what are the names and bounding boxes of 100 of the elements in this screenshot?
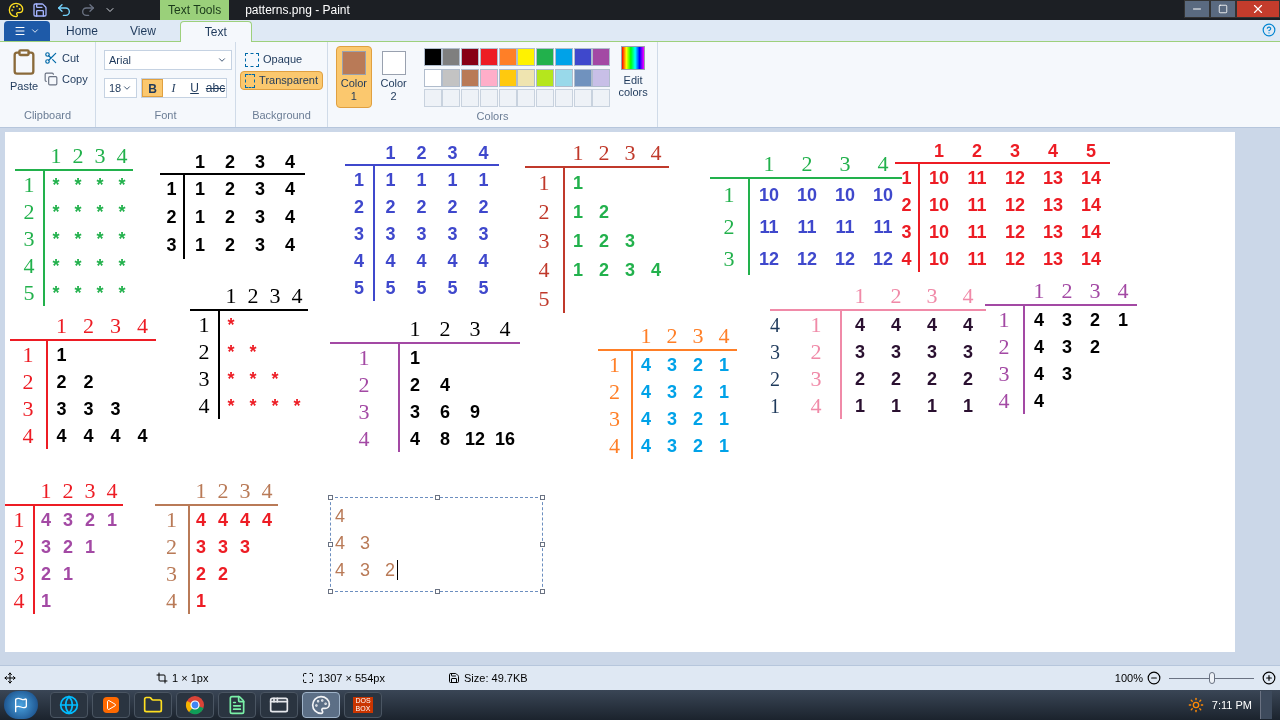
- zoom-slider-thumb[interactable]: [1208, 672, 1215, 684]
- column-label: 3: [446, 144, 459, 164]
- palette-swatch[interactable]: [536, 68, 555, 87]
- save-icon[interactable]: [32, 2, 48, 18]
- taskbar-button[interactable]: [260, 692, 298, 718]
- palette-swatch[interactable]: [423, 48, 442, 66]
- text-box[interactable]: 4 4 3 4 3 2: [330, 497, 543, 592]
- zoom-in-icon[interactable]: [1262, 671, 1276, 685]
- taskbar-button[interactable]: [134, 692, 172, 718]
- palette-swatch[interactable]: [573, 68, 592, 87]
- taskbar-button[interactable]: [176, 692, 214, 718]
- app-menu-button[interactable]: [4, 21, 50, 41]
- start-button[interactable]: [4, 691, 38, 719]
- clock[interactable]: 7:11 PM: [1211, 696, 1252, 714]
- font-style-button[interactable]: I: [163, 79, 184, 97]
- font-family-dropdown[interactable]: Arial: [104, 50, 232, 70]
- resize-handle[interactable]: [328, 495, 333, 500]
- redo-icon[interactable]: [80, 2, 96, 18]
- pattern-value: 5: [384, 278, 397, 297]
- taskbar-button[interactable]: [92, 692, 130, 718]
- resize-handle[interactable]: [435, 495, 440, 500]
- font-size-dropdown[interactable]: 18: [104, 78, 137, 98]
- pattern-value: 5: [446, 278, 459, 297]
- pattern-value: 4: [1033, 337, 1045, 356]
- palette-swatch[interactable]: [592, 68, 611, 87]
- palette-swatch[interactable]: [498, 48, 517, 66]
- column-label: 3: [838, 153, 852, 177]
- maximize-button[interactable]: [1210, 0, 1236, 18]
- pattern-value: 4: [284, 236, 296, 254]
- row-label: 4: [770, 312, 781, 338]
- palette-swatch[interactable]: [517, 48, 536, 66]
- taskbar-button[interactable]: [50, 692, 88, 718]
- column-label: 3: [109, 315, 122, 339]
- cut-button[interactable]: Cut: [44, 50, 88, 67]
- palette-swatch[interactable]: [442, 48, 461, 66]
- column-label: 1: [762, 153, 776, 177]
- palette-swatch[interactable]: [554, 48, 573, 66]
- pattern-value: 2: [84, 510, 96, 529]
- background-option[interactable]: Opaque: [240, 50, 323, 69]
- copy-button[interactable]: Copy: [44, 70, 88, 87]
- tray-icon[interactable]: [1187, 697, 1204, 713]
- ribbon-tab[interactable]: Text: [179, 21, 252, 42]
- palette-swatch[interactable]: [498, 68, 517, 87]
- pattern-value: 12: [834, 250, 856, 268]
- row-label: 4: [357, 425, 371, 452]
- color-slot-button[interactable]: Color 2: [375, 46, 412, 108]
- empty-swatch[interactable]: [461, 89, 479, 108]
- pattern-value: 1: [572, 202, 584, 221]
- pattern-value: 4: [109, 426, 122, 445]
- close-button[interactable]: [1236, 0, 1280, 18]
- palette-swatch[interactable]: [592, 48, 611, 66]
- pattern-value: *: [73, 175, 83, 194]
- ribbon-tab[interactable]: Home: [50, 20, 114, 41]
- resize-handle[interactable]: [435, 589, 440, 594]
- ribbon-tab[interactable]: View: [114, 20, 172, 41]
- resize-handle[interactable]: [540, 495, 545, 500]
- palette-swatch[interactable]: [554, 68, 573, 87]
- palette-swatch[interactable]: [461, 68, 479, 87]
- palette-swatch[interactable]: [517, 68, 536, 87]
- pattern-value: *: [226, 315, 236, 334]
- palette-swatch[interactable]: [573, 48, 592, 66]
- color-slot-button[interactable]: Color 1: [336, 46, 372, 108]
- row-label: 4: [22, 252, 36, 279]
- font-style-button[interactable]: U: [184, 79, 205, 97]
- paste-button[interactable]: Paste: [8, 46, 40, 107]
- column-label: 1: [639, 325, 653, 349]
- palette-swatch[interactable]: [479, 48, 498, 66]
- palette-swatch[interactable]: [423, 68, 442, 87]
- column-label: 3: [93, 145, 107, 169]
- palette-swatch[interactable]: [461, 48, 479, 66]
- column-label: 3: [691, 325, 705, 349]
- minimize-button[interactable]: [1184, 0, 1210, 18]
- font-style-button[interactable]: abc: [205, 79, 226, 97]
- resize-handle[interactable]: [540, 542, 545, 547]
- row-label: 3: [537, 226, 551, 255]
- resize-handle[interactable]: [328, 589, 333, 594]
- edit-colors-button[interactable]: Edit colors: [617, 46, 649, 108]
- pattern-value: *: [95, 256, 105, 275]
- row-label: 5: [353, 276, 365, 300]
- pattern-value: 10: [796, 186, 818, 204]
- resize-handle[interactable]: [328, 542, 333, 547]
- column-label: 4: [1116, 280, 1130, 304]
- font-style-button[interactable]: B: [142, 79, 163, 97]
- column-label: 1: [1032, 280, 1046, 304]
- background-option[interactable]: Transparent: [240, 71, 323, 90]
- pattern-value: 3: [926, 342, 938, 361]
- palette-swatch[interactable]: [442, 68, 461, 87]
- taskbar-button[interactable]: [218, 692, 256, 718]
- help-icon[interactable]: [1262, 23, 1276, 37]
- palette-swatch[interactable]: [479, 68, 498, 87]
- row-label: 1: [165, 178, 178, 201]
- pattern-value: 3: [109, 399, 122, 418]
- undo-icon[interactable]: [56, 2, 72, 18]
- palette-swatch[interactable]: [536, 48, 555, 66]
- pattern-value: 13: [1042, 168, 1064, 187]
- zoom-out-icon[interactable]: [1147, 671, 1161, 685]
- drawing-canvas[interactable]: [5, 132, 1235, 652]
- resize-handle[interactable]: [540, 589, 545, 594]
- taskbar-button[interactable]: [302, 692, 340, 718]
- pattern-value: *: [226, 342, 236, 361]
